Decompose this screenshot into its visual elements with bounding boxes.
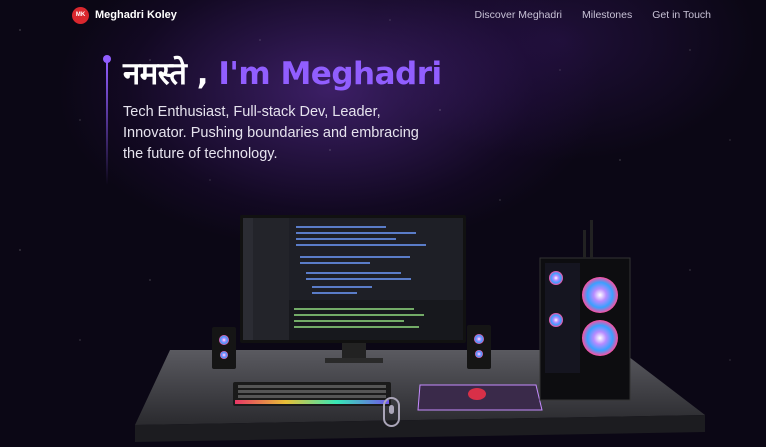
- hero-subtitle: Tech Enthusiast, Full-stack Dev, Leader,…: [123, 104, 419, 162]
- nav-link-contact[interactable]: Get in Touch: [652, 9, 711, 21]
- logo-icon: MK: [72, 6, 89, 24]
- brand-name: Meghadri Koley: [95, 9, 177, 21]
- left-speaker: [212, 327, 236, 369]
- nav-links: Discover Meghadri Milestones Get in Touc…: [474, 9, 711, 21]
- monitor-stand: [342, 343, 366, 359]
- right-speaker: [467, 325, 491, 369]
- accent-bar: [106, 61, 108, 185]
- mouse: [468, 388, 486, 400]
- scroll-knob: [389, 405, 394, 414]
- hero-title: नमस्ते , I'm Meghadri: [123, 52, 442, 94]
- pc-fan-bottom: [582, 320, 618, 356]
- hero-greeting: नमस्ते ,: [123, 56, 209, 92]
- scroll-indicator-icon[interactable]: [383, 397, 400, 427]
- monitor-base: [325, 358, 383, 363]
- editor-sidebar: [243, 218, 253, 340]
- nav-link-milestones[interactable]: Milestones: [582, 9, 632, 21]
- brand-link[interactable]: MK Meghadri Koley: [72, 6, 177, 24]
- hero-accent-line: [102, 55, 111, 185]
- hero-name: I'm Meghadri: [218, 56, 442, 92]
- pc-fan-top: [582, 277, 618, 313]
- nav-link-discover[interactable]: Discover Meghadri: [474, 9, 562, 21]
- editor-explorer: [253, 218, 289, 340]
- top-navbar: MK Meghadri Koley Discover Meghadri Mile…: [0, 0, 766, 30]
